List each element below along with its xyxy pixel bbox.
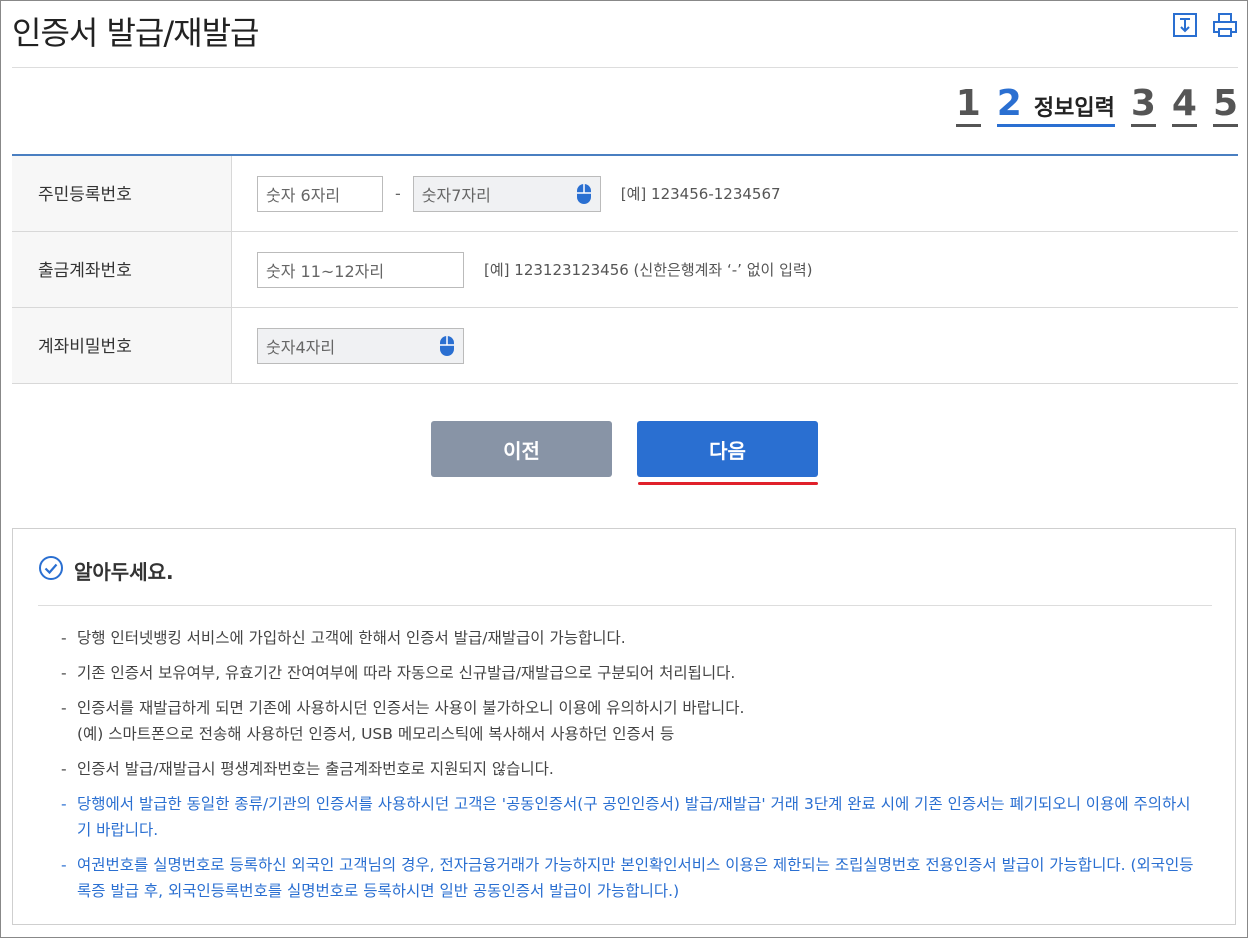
- resident-number-cell: 숫자 6자리 - 숫자7자리 [예] 123456-1234567: [232, 156, 1238, 231]
- notice-header: 알아두세요.: [38, 555, 174, 586]
- step-5: 5: [1212, 84, 1238, 127]
- next-button[interactable]: 다음: [637, 421, 818, 477]
- header-divider: [12, 67, 1238, 68]
- notice-item-sub: (예) 스마트폰으로 전송해 사용하던 인증서, USB 메모리스틱에 복사해서…: [77, 725, 675, 743]
- step-2-label: 정보입력: [1033, 96, 1115, 121]
- notice-box: 알아두세요. 당행 인터넷뱅킹 서비스에 가입하신 고객에 한해서 인증서 발급…: [12, 528, 1236, 925]
- notice-item: 당행 인터넷뱅킹 서비스에 가입하신 고객에 한해서 인증서 발급/재발급이 가…: [61, 625, 1201, 651]
- form-row-account-password: 계좌비밀번호 숫자4자리: [12, 308, 1238, 384]
- form-row-resident-number: 주민등록번호 숫자 6자리 - 숫자7자리 [예] 123456-1234567: [12, 156, 1238, 232]
- notice-item-text: 인증서를 재발급하게 되면 기존에 사용하시던 인증서는 사용이 불가하오니 이…: [77, 699, 745, 717]
- notice-list: 당행 인터넷뱅킹 서비스에 가입하신 고객에 한해서 인증서 발급/재발급이 가…: [61, 625, 1201, 913]
- page-title: 인증서 발급/재발급: [12, 14, 259, 52]
- step-1: 1: [955, 84, 981, 127]
- account-number-cell: 숫자 11~12자리 [예] 123123123456 (신한은행계좌 ‘-’ …: [232, 232, 1238, 307]
- resize-icon[interactable]: [1172, 12, 1198, 38]
- step-2-active: 2 정보입력: [996, 83, 1115, 127]
- mouse-keypad-icon[interactable]: [576, 183, 592, 205]
- resident-number-front-input[interactable]: 숫자 6자리: [257, 175, 383, 212]
- step-4: 4: [1171, 84, 1197, 127]
- notice-item: 기존 인증서 보유여부, 유효기간 잔여여부에 따라 자동으로 신규발급/재발급…: [61, 660, 1201, 686]
- check-circle-icon: [38, 555, 64, 586]
- account-number-input[interactable]: 숫자 11~12자리: [257, 251, 464, 288]
- resident-number-label: 주민등록번호: [12, 156, 232, 231]
- resident-number-back-input[interactable]: 숫자7자리: [412, 175, 601, 212]
- mouse-keypad-icon[interactable]: [439, 335, 455, 357]
- notice-item: 인증서를 재발급하게 되면 기존에 사용하시던 인증서는 사용이 불가하오니 이…: [61, 695, 1201, 747]
- account-password-placeholder: 숫자4자리: [266, 337, 336, 357]
- notice-divider: [38, 605, 1212, 606]
- next-button-highlight: [638, 482, 818, 485]
- print-icon[interactable]: [1212, 12, 1238, 38]
- account-password-cell: 숫자4자리: [232, 308, 1238, 383]
- info-form: 주민등록번호 숫자 6자리 - 숫자7자리 [예] 123456-1234567…: [12, 154, 1238, 384]
- account-password-input[interactable]: 숫자4자리: [257, 327, 464, 364]
- account-number-example: [예] 123123123456 (신한은행계좌 ‘-’ 없이 입력): [484, 261, 813, 279]
- form-row-account-number: 출금계좌번호 숫자 11~12자리 [예] 123123123456 (신한은행…: [12, 232, 1238, 308]
- notice-title: 알아두세요.: [74, 560, 174, 584]
- notice-item: 인증서 발급/재발급시 평생계좌번호는 출금계좌번호로 지원되지 않습니다.: [61, 756, 1201, 782]
- resident-number-example: [예] 123456-1234567: [620, 185, 781, 203]
- notice-item-highlight: 여권번호를 실명번호로 등록하신 외국인 고객님의 경우, 전자금융거래가 가능…: [61, 852, 1201, 904]
- prev-button[interactable]: 이전: [431, 421, 612, 477]
- step-indicator: 1 2 정보입력 3 4 5: [955, 83, 1238, 127]
- notice-item-highlight: 당행에서 발급한 동일한 종류/기관의 인증서를 사용하시던 고객은 '공동인증…: [61, 791, 1201, 843]
- account-password-label: 계좌비밀번호: [12, 308, 232, 383]
- resident-number-back-placeholder: 숫자7자리: [421, 185, 491, 205]
- step-2-number: 2: [996, 83, 1022, 124]
- step-3: 3: [1130, 84, 1156, 127]
- dash-separator: -: [395, 184, 401, 203]
- account-number-label: 출금계좌번호: [12, 232, 232, 307]
- toolbar: [1172, 12, 1238, 38]
